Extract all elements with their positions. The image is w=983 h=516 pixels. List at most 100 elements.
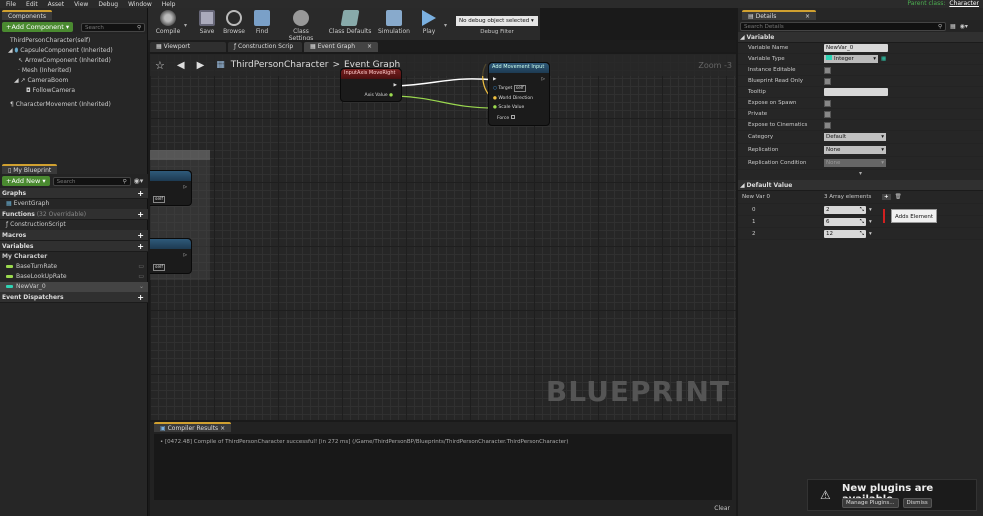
array-element-input[interactable]: 2 ⤡ — [824, 205, 866, 214]
left-node-1[interactable]: ▷ self — [150, 170, 192, 206]
target-pin[interactable]: self — [153, 196, 165, 203]
class-settings-button[interactable]: Class Settings — [280, 10, 322, 42]
class-defaults-button[interactable]: Class Defaults — [328, 10, 372, 35]
menu-debug[interactable]: Debug — [98, 1, 118, 8]
expose-spawn-checkbox[interactable] — [824, 99, 831, 107]
section-default-value[interactable]: ◢ Default Value — [738, 180, 983, 191]
exec-pin-icon[interactable]: ▶ — [394, 83, 397, 88]
spin-icon[interactable]: ⤡ — [860, 230, 864, 238]
browse-button[interactable]: Browse — [222, 10, 246, 35]
menu-asset[interactable]: Asset — [48, 1, 64, 8]
component-item[interactable]: ◘ FollowCamera — [4, 86, 143, 96]
array-element-input[interactable]: 12 ⤡ — [824, 229, 866, 238]
world-direction-pin[interactable]: ● World Direction — [493, 96, 533, 101]
event-graph-item[interactable]: ▦ EventGraph — [0, 199, 148, 209]
component-item[interactable]: ¶ CharacterMovement (Inherited) — [4, 100, 143, 110]
add-new-button[interactable]: +Add New ▾ — [2, 176, 50, 186]
tab-details[interactable]: ▤ Details × — [742, 10, 816, 20]
tab-event-graph[interactable]: ▦ Event Graph × — [304, 42, 378, 52]
exec-out-pin-icon[interactable]: ▷ — [184, 253, 187, 258]
section-variables[interactable]: Variables + — [0, 241, 148, 252]
scale-value-pin[interactable]: ● Scale Value — [493, 105, 524, 110]
construction-script-item[interactable]: ƒ ConstructionScript — [0, 220, 148, 230]
section-macros[interactable]: Macros + — [0, 230, 148, 241]
variable-name-input[interactable]: NewVar_0 — [824, 44, 888, 52]
variable-item[interactable]: BaseTurnRate ▭ — [0, 262, 148, 272]
tab-viewport[interactable]: ▦ Viewport — [150, 42, 226, 52]
bp-readonly-checkbox[interactable] — [824, 77, 831, 85]
component-self[interactable]: ThirdPersonCharacter(self) — [4, 36, 143, 46]
component-item[interactable]: ↖ ArrowComponent (Inherited) — [4, 56, 143, 66]
simulation-button[interactable]: Simulation — [378, 10, 410, 35]
back-arrow-icon[interactable]: ◀ — [177, 60, 185, 71]
target-pin[interactable]: self — [153, 264, 165, 271]
exec-out-pin-icon[interactable]: ▷ — [184, 185, 187, 190]
star-icon[interactable]: ☆ — [155, 59, 165, 72]
array-element-input[interactable]: 6 ⤡ — [824, 217, 866, 226]
expose-cinematics-checkbox[interactable] — [824, 121, 831, 129]
force-pin[interactable]: Force — [497, 115, 515, 121]
variable-item-selected[interactable]: NewVar_0 ⌄ — [0, 282, 148, 292]
expand-advanced-icon[interactable]: ▾ — [738, 170, 983, 178]
tab-my-blueprint[interactable]: ▯ My Blueprint — [2, 164, 58, 174]
section-event-dispatchers[interactable]: Event Dispatchers + — [0, 292, 148, 303]
menu-view[interactable]: View — [74, 1, 88, 8]
parent-class-link[interactable]: Character — [949, 0, 979, 7]
clear-button[interactable]: Clear — [714, 505, 730, 512]
menu-help[interactable]: Help — [162, 1, 176, 8]
add-variable-icon[interactable]: + — [137, 241, 144, 251]
play-dropdown-icon[interactable]: ▾ — [444, 22, 447, 29]
element-dropdown-icon[interactable]: ▾ — [869, 207, 872, 213]
replication-condition-select[interactable]: None ▾ — [824, 159, 886, 167]
tab-compiler-results[interactable]: ▣ Compiler Results × — [154, 422, 232, 432]
trash-icon[interactable]: 🗑 — [895, 194, 902, 200]
dismiss-button[interactable]: Dismiss — [902, 498, 932, 508]
tooltip-input[interactable] — [824, 88, 888, 96]
element-dropdown-icon[interactable]: ▾ — [869, 219, 872, 225]
eye-closed-icon[interactable]: ▭ — [138, 262, 144, 272]
variable-type-select[interactable]: Integer ▾ — [824, 55, 878, 63]
details-search-input[interactable]: Search Details ⚲ — [740, 21, 946, 31]
spin-icon[interactable]: ⤡ — [860, 218, 864, 226]
manage-plugins-button[interactable]: Manage Plugins... — [842, 498, 899, 508]
add-element-icon[interactable]: + — [882, 194, 891, 200]
element-dropdown-icon[interactable]: ▾ — [869, 231, 872, 237]
component-item[interactable]: ◢ ↗ CameraBoom — [4, 76, 143, 86]
close-icon[interactable]: × — [805, 13, 810, 20]
menu-window[interactable]: Window — [128, 1, 152, 8]
menu-edit[interactable]: Edit — [26, 1, 38, 8]
left-node-2[interactable]: ▷ self — [150, 238, 192, 274]
add-macro-icon[interactable]: + — [137, 230, 144, 240]
breadcrumb-root[interactable]: ThirdPersonCharacter — [231, 60, 329, 70]
eye-closed-icon[interactable]: ⌄ — [139, 282, 144, 292]
graph-canvas[interactable]: ☆ ◀ ▶ ▦ ThirdPersonCharacter > Event Gra… — [150, 54, 736, 420]
compile-button[interactable]: Compile — [152, 10, 184, 35]
section-graphs[interactable]: Graphs + — [0, 188, 148, 199]
eye-icon[interactable]: ◉▾ — [960, 23, 968, 30]
tab-components[interactable]: Components — [2, 10, 52, 20]
instance-editable-checkbox[interactable] — [824, 66, 831, 74]
eye-closed-icon[interactable]: ▭ — [138, 272, 144, 282]
exec-in-pin-icon[interactable]: ▶ — [493, 77, 496, 82]
menu-file[interactable]: File — [6, 1, 16, 8]
add-graph-icon[interactable]: + — [137, 188, 144, 198]
grid-view-icon[interactable]: ▦ — [950, 23, 956, 30]
forward-arrow-icon[interactable]: ▶ — [197, 60, 205, 71]
blueprint-search-input[interactable]: Search ⚲ — [52, 176, 131, 186]
compile-dropdown-icon[interactable]: ▾ — [184, 22, 187, 29]
spin-icon[interactable]: ⤡ — [860, 206, 864, 214]
add-component-button[interactable]: +Add Component ▾ — [2, 22, 74, 32]
components-search-input[interactable]: Search ⚲ — [81, 22, 145, 32]
section-functions[interactable]: Functions (32 Overridable) + — [0, 209, 148, 220]
save-button[interactable]: Save — [196, 10, 218, 35]
variable-category[interactable]: My Character — [0, 252, 148, 262]
private-checkbox[interactable] — [824, 110, 831, 118]
add-movement-input-node[interactable]: Add Movement Input ▶ ▷ ○ Target self ● W… — [488, 62, 550, 126]
component-item[interactable]: ◢ ⬮ CapsuleComponent (Inherited) — [4, 46, 143, 56]
eye-icon[interactable]: ◉▾ — [134, 177, 144, 185]
find-button[interactable]: Find — [252, 10, 272, 35]
array-icon[interactable]: ▦ — [881, 56, 886, 62]
category-select[interactable]: Default ▾ — [824, 133, 886, 141]
section-variable[interactable]: ◢ Variable — [738, 32, 983, 43]
input-axis-node[interactable]: InputAxis MoveRight ▶ Axis Value ● — [340, 68, 402, 102]
